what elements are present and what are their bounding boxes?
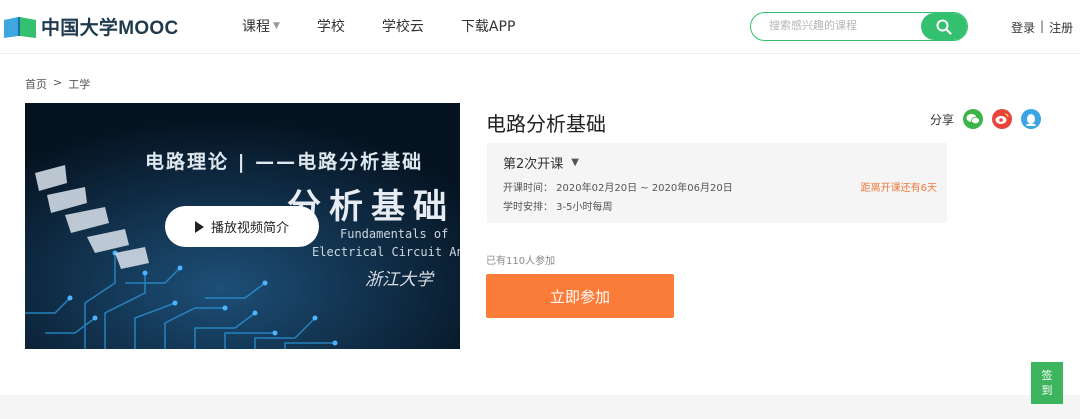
search-icon xyxy=(936,19,952,35)
qq-share-icon[interactable] xyxy=(1021,109,1042,129)
video-english-line-1: Fundamentals of xyxy=(340,227,449,241)
course-video-cover[interactable]: 电路理论 | ——电路分析基础 分析基础 Fundamentals of Ele… xyxy=(25,103,460,349)
course-schedule: 学时安排： 3-5小时每周 xyxy=(503,202,613,213)
term-label: 第2次开课 xyxy=(503,157,564,172)
nav-item-download-app[interactable]: 下载APP xyxy=(461,16,515,36)
register-link[interactable]: 注册 xyxy=(1049,19,1073,36)
nav-item-label: 学校 xyxy=(316,19,345,35)
breadcrumb-category[interactable]: 工学 xyxy=(68,76,90,92)
play-button-label: 播放视频简介 xyxy=(210,221,289,236)
site-logo[interactable]: 中国大学MOOC xyxy=(2,13,179,40)
nav-item-label: 下载APP xyxy=(460,19,516,35)
chevron-down-icon: ▼ xyxy=(571,157,579,168)
main-nav: 课程 ▼ 学校 学校云 下载APP xyxy=(242,16,552,36)
start-countdown: 距离开课还有6天 xyxy=(860,183,937,194)
play-icon xyxy=(194,220,204,233)
nav-item-label: 学校云 xyxy=(381,19,424,35)
signin-char-1: 签 xyxy=(1041,369,1053,382)
nav-item-schools[interactable]: 学校 xyxy=(317,16,345,36)
nav-item-school-cloud[interactable]: 学校云 xyxy=(382,16,424,36)
nav-item-label: 课程 xyxy=(242,19,270,35)
breadcrumb-separator: > xyxy=(53,76,63,89)
university-logo-text: 浙江大学 xyxy=(365,270,433,290)
nav-item-courses[interactable]: 课程 ▼ xyxy=(242,16,280,36)
login-link[interactable]: 登录 xyxy=(1011,19,1035,36)
term-selector[interactable]: 第2次开课 ▼ xyxy=(503,153,579,172)
share-bar: 分享 xyxy=(930,109,1042,129)
course-time: 开课时间： 2020年02月20日 ~ 2020年06月20日 xyxy=(503,183,733,194)
auth-links: 登录 | 注册 xyxy=(1011,19,1073,36)
signin-char-2: 到 xyxy=(1041,384,1053,397)
video-title-line: 电路理论 | ——电路分析基础 xyxy=(145,151,424,173)
breadcrumb-home[interactable]: 首页 xyxy=(25,76,47,92)
logo-text: 中国大学MOOC xyxy=(41,18,179,39)
play-intro-video-button[interactable]: 播放视频简介 xyxy=(165,206,319,247)
search-input[interactable] xyxy=(769,19,929,32)
course-term-panel: 第2次开课 ▼ 开课时间： 2020年02月20日 ~ 2020年06月20日 … xyxy=(487,143,947,223)
page-bottom-band xyxy=(0,395,1080,419)
share-label: 分享 xyxy=(930,112,955,127)
breadcrumb: 首页 > 工学 xyxy=(25,76,90,92)
wechat-share-icon[interactable] xyxy=(963,109,984,129)
video-english-line-2: Electrical Circuit Analysis xyxy=(312,245,460,259)
auth-separator: | xyxy=(1040,19,1045,33)
search-box xyxy=(750,12,968,41)
search-button[interactable] xyxy=(921,13,967,40)
caret-down-icon: ▼ xyxy=(273,21,280,31)
course-title: 电路分析基础 xyxy=(486,112,606,136)
join-course-button[interactable]: 立即参加 xyxy=(486,274,674,318)
daily-signin-button[interactable]: 签 到 xyxy=(1031,362,1063,404)
enrolled-count: 已有110人参加 xyxy=(486,256,556,267)
book-logo-icon xyxy=(2,14,38,40)
top-header: 中国大学MOOC 课程 ▼ 学校 学校云 下载APP 登录 | 注册 xyxy=(0,0,1080,54)
weibo-share-icon[interactable] xyxy=(992,109,1013,129)
